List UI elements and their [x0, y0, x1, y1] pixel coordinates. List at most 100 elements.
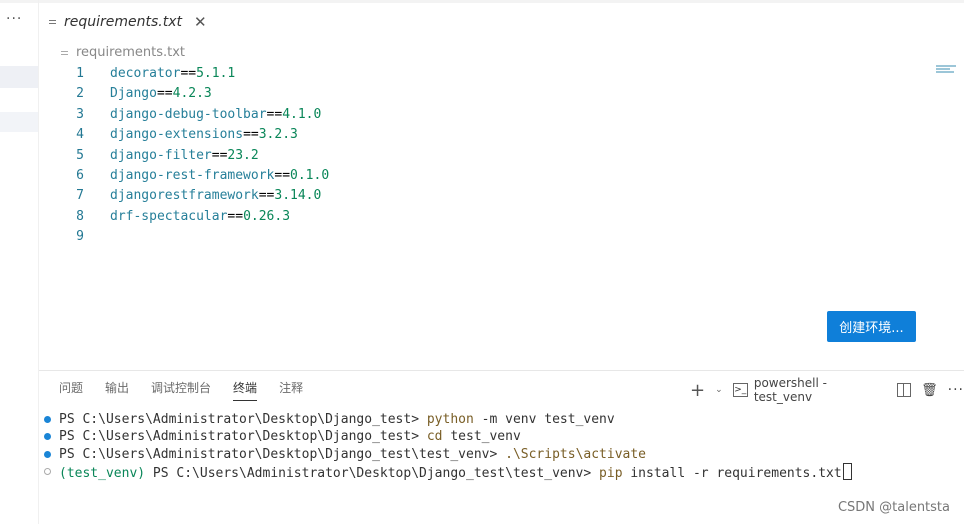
code-text: djangorestframework==3.14.0 — [110, 186, 321, 206]
version-operator: == — [227, 208, 244, 224]
package-version: 4.2.3 — [172, 86, 212, 102]
panel-tab[interactable]: 注释 — [279, 378, 303, 400]
panel-divider — [39, 370, 964, 371]
package-name: django-rest-framework — [110, 168, 275, 183]
code-text: django-rest-framework==0.1.0 — [110, 166, 329, 186]
line-number: 6 — [76, 168, 84, 183]
package-version: 3.2.3 — [258, 127, 298, 143]
panel-tab[interactable]: 调试控制台 — [151, 378, 211, 400]
terminal-text: PS C:\Users\Administrator\Desktop\Django… — [59, 428, 521, 445]
command-status-icon[interactable] — [44, 467, 51, 475]
terminal-text: PS C:\Users\Administrator\Desktop\Django… — [59, 411, 615, 428]
tab-title: requirements.txt — [64, 14, 183, 30]
editor-tab[interactable]: requirements.txt ✕ — [48, 6, 207, 38]
code-text: django-debug-toolbar==4.1.0 — [110, 105, 321, 125]
breadcrumb[interactable]: requirements.txt — [60, 45, 185, 60]
command-status-icon[interactable] — [44, 450, 51, 458]
close-icon[interactable]: ✕ — [194, 13, 207, 31]
package-version: 23.2 — [227, 147, 259, 163]
panel-tab[interactable]: 问题 — [59, 378, 83, 400]
code-line[interactable]: 5 django-filter==23.2 — [48, 146, 908, 166]
code-text: drf-spectacular==0.26.3 — [110, 207, 290, 227]
package-name: Django — [110, 86, 157, 102]
chevron-down-icon[interactable]: ⌄ — [715, 385, 723, 395]
line-number: 9 — [76, 229, 84, 245]
code-line[interactable]: 1 decorator==5.1.1 — [48, 64, 908, 84]
sidebar-divider — [38, 0, 39, 524]
terminal-line: PS C:\Users\Administrator\Desktop\Django… — [44, 411, 944, 428]
breadcrumb-file[interactable]: requirements.txt — [76, 45, 185, 60]
package-version: 3.14.0 — [274, 188, 322, 204]
code-line[interactable]: 4 django-extensions==3.2.3 — [48, 125, 908, 145]
code-line[interactable]: 2 Django==4.2.3 — [48, 84, 908, 104]
package-name: django-debug-toolbar — [110, 106, 267, 122]
terminal-icon: >_ — [732, 383, 748, 397]
panel-tab[interactable]: 输出 — [105, 378, 129, 400]
minimap[interactable] — [936, 65, 956, 75]
venv-indicator: (test_venv) — [59, 465, 146, 481]
watermark: CSDN @talentsta — [837, 500, 950, 515]
terminal-command: .\Scripts\activate — [505, 446, 647, 462]
top-divider — [0, 0, 964, 3]
version-operator: == — [258, 188, 275, 204]
trash-icon[interactable]: 🗑 — [921, 383, 938, 398]
terminal-line: (test_venv) PS C:\Users\Administrator\De… — [44, 462, 944, 482]
line-number: 5 — [76, 147, 84, 163]
command-status-icon[interactable] — [44, 416, 51, 423]
sidebar-item[interactable] — [0, 112, 38, 132]
terminal-prompt: PS C:\Users\Administrator\Desktop\Django… — [59, 429, 427, 445]
version-operator: == — [274, 168, 291, 183]
terminal-selector[interactable]: >_ powershell - test_venv — [732, 376, 881, 404]
terminal-line: PS C:\Users\Administrator\Desktop\Django… — [44, 428, 944, 445]
terminal-text: (test_venv) PS C:\Users\Administrator\De… — [59, 462, 852, 482]
more-actions-icon[interactable]: ··· — [948, 382, 964, 398]
panel-tabs: 问题 输出 调试控制台 终端 注释 — [59, 378, 303, 401]
panel-actions: + ⌄ >_ powershell - test_venv 🗑 ··· — [690, 376, 964, 404]
code-line[interactable]: 8 drf-spectacular==0.26.3 — [48, 207, 908, 227]
sidebar-more-icon[interactable]: ··· — [6, 11, 22, 27]
panel-tab[interactable]: 终端 — [233, 378, 258, 401]
terminal-args: install -r requirements.txt — [622, 465, 842, 481]
package-version: 0.1.0 — [290, 168, 330, 183]
code-text: decorator==5.1.1 — [110, 64, 235, 84]
command-status-icon[interactable] — [44, 433, 51, 441]
package-name: django-filter — [110, 147, 212, 163]
code-text: django-extensions==3.2.3 — [110, 125, 298, 145]
version-operator: == — [156, 86, 173, 102]
package-name: djangorestframework — [110, 188, 259, 204]
terminal-cursor — [842, 462, 852, 480]
package-name: drf-spectacular — [110, 208, 228, 224]
terminal-prompt: PS C:\Users\Administrator\Desktop\Django… — [145, 465, 600, 481]
terminal-args: test_venv — [442, 429, 521, 445]
terminal-command: cd — [426, 429, 443, 445]
line-number: 3 — [76, 106, 84, 122]
version-operator: == — [266, 106, 283, 122]
split-terminal-button[interactable] — [897, 383, 912, 397]
terminal-text: PS C:\Users\Administrator\Desktop\Django… — [59, 446, 646, 463]
code-line[interactable]: 6 django-rest-framework==0.1.0 — [48, 166, 908, 186]
code-line[interactable]: 9 — [48, 227, 908, 247]
terminal-command: pip — [599, 465, 623, 481]
split-icon — [897, 383, 912, 397]
package-version: 4.1.0 — [282, 106, 322, 122]
package-version: 5.1.1 — [196, 66, 236, 81]
package-name: django-extensions — [110, 127, 244, 143]
terminal-command: python — [426, 412, 474, 427]
file-icon — [60, 47, 70, 59]
code-text: Django==4.2.3 — [110, 84, 212, 104]
line-number: 1 — [76, 66, 84, 81]
terminal-line: PS C:\Users\Administrator\Desktop\Django… — [44, 446, 944, 463]
file-icon — [48, 16, 58, 28]
version-operator: == — [180, 66, 197, 81]
version-operator: == — [243, 127, 259, 143]
code-line[interactable]: 3 django-debug-toolbar==4.1.0 — [48, 105, 908, 125]
package-name: decorator — [110, 66, 181, 81]
create-environment-button[interactable]: 创建环境... — [827, 311, 916, 342]
code-line[interactable]: 7 djangorestframework==3.14.0 — [48, 186, 908, 206]
new-terminal-icon[interactable]: + — [690, 380, 705, 401]
code-text: django-filter==23.2 — [110, 146, 259, 166]
sidebar-item-selected[interactable] — [0, 66, 38, 88]
terminal-prompt: PS C:\Users\Administrator\Desktop\Django… — [59, 446, 506, 462]
line-number: 8 — [76, 208, 84, 224]
terminal-args: -m venv test_venv — [473, 412, 615, 427]
